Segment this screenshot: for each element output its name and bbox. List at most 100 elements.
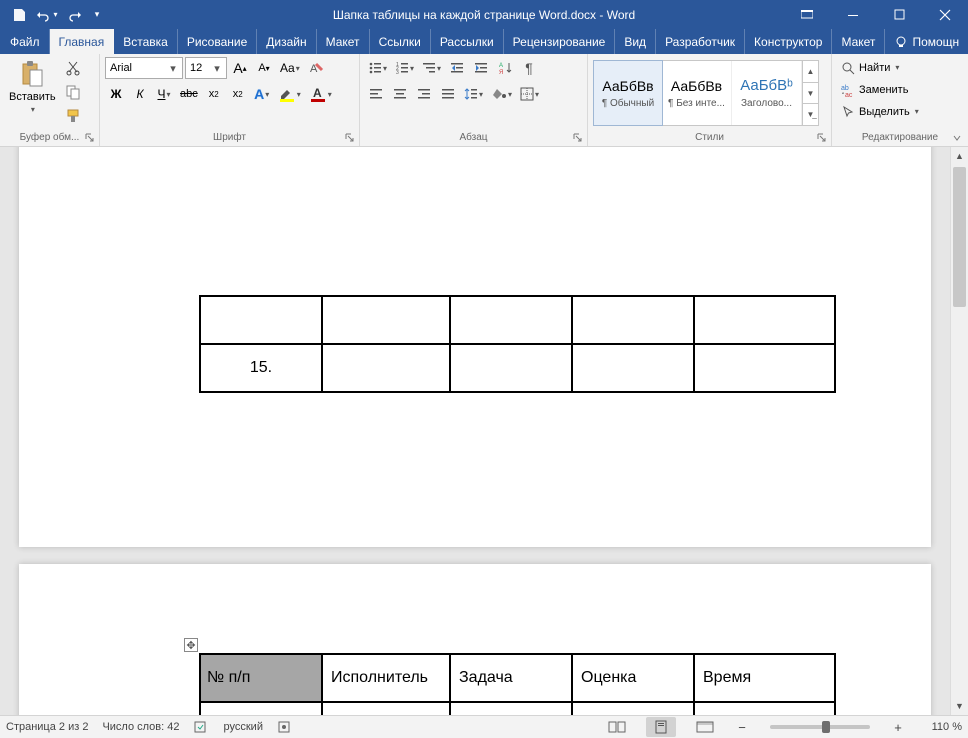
header-number[interactable]: № п/п (200, 654, 322, 702)
tell-me[interactable]: Помощн (885, 29, 968, 54)
gallery-up-icon[interactable]: ▲ (803, 61, 818, 83)
ribbon-display-icon[interactable] (784, 0, 830, 29)
save-icon[interactable] (6, 1, 32, 29)
cell-number[interactable]: 16. (200, 702, 322, 715)
show-marks-icon[interactable]: ¶ (518, 57, 540, 79)
tab-draw[interactable]: Рисование (178, 29, 257, 54)
spellcheck-icon[interactable] (194, 720, 210, 734)
style-no-spacing[interactable]: АаБбВв ¶ Без инте... (662, 61, 732, 125)
style-normal[interactable]: АаБбВв ¶ Обычный (593, 60, 663, 126)
find-button[interactable]: Найти▾ (837, 57, 923, 78)
status-page[interactable]: Страница 2 из 2 (6, 721, 88, 733)
sort-icon[interactable]: AЯ (494, 57, 516, 79)
italic-icon[interactable]: К (129, 83, 151, 105)
header-executor[interactable]: Исполнитель (322, 654, 450, 702)
vertical-scrollbar[interactable]: ▲ ▼ (950, 147, 968, 715)
table-row[interactable]: 16. (200, 702, 835, 715)
shrink-font-icon[interactable]: A▾ (253, 57, 275, 79)
line-spacing-icon[interactable]: ▾ (461, 83, 486, 105)
increase-indent-icon[interactable] (470, 57, 492, 79)
close-icon[interactable] (922, 0, 968, 29)
view-web-icon[interactable] (690, 717, 720, 737)
view-print-icon[interactable] (646, 717, 676, 737)
zoom-out-icon[interactable]: − (734, 720, 750, 735)
status-language[interactable]: русский (224, 721, 263, 733)
tab-review[interactable]: Рецензирование (504, 29, 616, 54)
style-heading1[interactable]: АаБбВ⁠ᵇ Заголово... (732, 61, 802, 125)
align-center-icon[interactable] (389, 83, 411, 105)
paragraph-launcher-icon[interactable] (571, 131, 585, 145)
grow-font-icon[interactable]: A▴ (229, 57, 251, 79)
zoom-in-icon[interactable]: + (890, 720, 906, 735)
customize-qa-icon[interactable]: ▾ (90, 1, 104, 29)
bold-icon[interactable]: Ж (105, 83, 127, 105)
zoom-slider[interactable] (770, 725, 870, 729)
change-case-icon[interactable]: Aa▾ (277, 57, 303, 79)
underline-icon[interactable]: Ч▾ (153, 83, 175, 105)
gallery-down-icon[interactable]: ▼ (803, 83, 818, 105)
table-row[interactable]: 15. (200, 344, 835, 392)
zoom-percent[interactable]: 110 % (920, 721, 962, 733)
borders-icon[interactable]: ▾ (517, 83, 542, 105)
decrease-indent-icon[interactable] (446, 57, 468, 79)
justify-icon[interactable] (437, 83, 459, 105)
cut-icon[interactable] (62, 57, 84, 79)
tab-file[interactable]: Файл (1, 29, 50, 54)
tab-design[interactable]: Дизайн (257, 29, 316, 54)
table-row[interactable] (200, 296, 835, 344)
superscript-icon[interactable]: x2 (227, 83, 249, 105)
document-viewport[interactable]: 15. ✥ № п/п Исполнитель Задача Оценка Вр… (0, 147, 950, 715)
shading-icon[interactable]: ▾ (488, 83, 515, 105)
strike-icon[interactable]: abc (177, 83, 201, 105)
format-painter-icon[interactable] (62, 105, 84, 127)
header-time[interactable]: Время (694, 654, 835, 702)
tab-insert[interactable]: Вставка (114, 29, 178, 54)
undo-icon[interactable]: ▾ (34, 1, 60, 29)
select-button[interactable]: Выделить▾ (837, 101, 923, 122)
font-size-combo[interactable]: 12▾ (185, 57, 227, 79)
document-table-2[interactable]: № п/п Исполнитель Задача Оценка Время 16… (199, 653, 836, 715)
multilevel-icon[interactable]: ▾ (419, 57, 444, 79)
tab-mailings[interactable]: Рассылки (431, 29, 504, 54)
text-effects-icon[interactable]: A▾ (251, 83, 273, 105)
scroll-up-icon[interactable]: ▲ (951, 147, 968, 165)
maximize-icon[interactable] (876, 0, 922, 29)
cell-number[interactable]: 15. (200, 344, 322, 392)
subscript-icon[interactable]: x2 (203, 83, 225, 105)
highlight-icon[interactable]: ▾ (275, 83, 304, 105)
clear-format-icon[interactable]: A (305, 57, 327, 79)
page-2[interactable]: ✥ № п/п Исполнитель Задача Оценка Время … (19, 564, 931, 715)
align-right-icon[interactable] (413, 83, 435, 105)
replace-button[interactable]: abac Заменить (837, 79, 923, 100)
bullets-icon[interactable]: ▾ (365, 57, 390, 79)
numbering-icon[interactable]: 123▾ (392, 57, 417, 79)
redo-icon[interactable] (62, 1, 88, 29)
table-header-row[interactable]: № п/п Исполнитель Задача Оценка Время (200, 654, 835, 702)
table-anchor-icon[interactable]: ✥ (184, 638, 198, 652)
collapse-ribbon-icon[interactable] (950, 131, 964, 145)
gallery-more-icon[interactable]: ▼̲ (803, 104, 818, 125)
header-grade[interactable]: Оценка (572, 654, 694, 702)
zoom-knob[interactable] (822, 721, 830, 733)
scroll-down-icon[interactable]: ▼ (951, 697, 968, 715)
tab-home[interactable]: Главная (50, 29, 115, 54)
font-launcher-icon[interactable] (343, 131, 357, 145)
tab-developer[interactable]: Разработчик (656, 29, 745, 54)
tab-references[interactable]: Ссылки (370, 29, 431, 54)
status-words[interactable]: Число слов: 42 (102, 721, 179, 733)
page-1[interactable]: 15. (19, 147, 931, 547)
styles-launcher-icon[interactable] (815, 131, 829, 145)
scroll-track[interactable] (951, 165, 968, 697)
align-left-icon[interactable] (365, 83, 387, 105)
scroll-thumb[interactable] (953, 167, 966, 307)
clipboard-launcher-icon[interactable] (83, 131, 97, 145)
view-read-icon[interactable] (602, 717, 632, 737)
font-color-icon[interactable]: A▾ (306, 83, 335, 105)
tab-layout[interactable]: Макет (317, 29, 370, 54)
paste-button[interactable]: Вставить ▾ (5, 57, 60, 117)
macro-record-icon[interactable] (277, 720, 291, 734)
tab-table-design[interactable]: Конструктор (745, 29, 832, 54)
document-table-1[interactable]: 15. (199, 295, 836, 393)
copy-icon[interactable] (62, 81, 84, 103)
tab-view[interactable]: Вид (615, 29, 656, 54)
